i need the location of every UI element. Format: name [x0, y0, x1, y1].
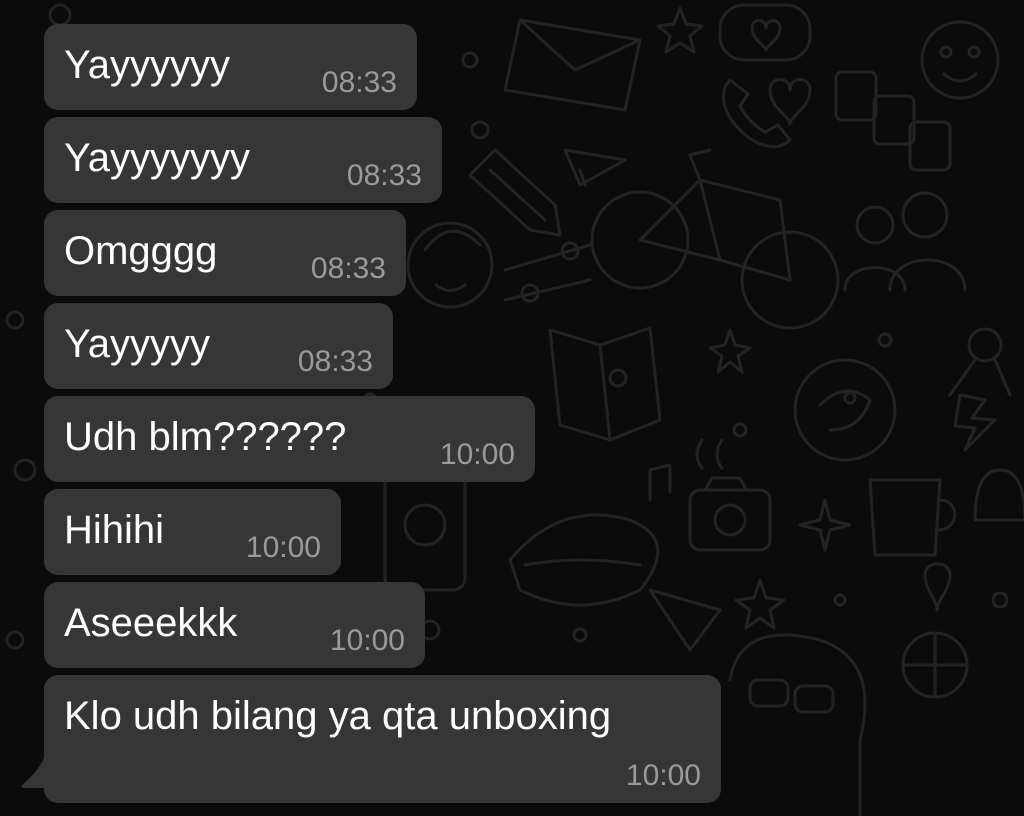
message-text: Yayyyyy: [64, 322, 210, 366]
message-text: Yayyyyyy: [64, 43, 230, 87]
sparkle-doodle-icon: [798, 498, 852, 552]
message-text: Yayyyyyyy: [64, 136, 250, 180]
ghost-doodle-icon: [728, 633, 867, 816]
message-time: 08:33: [297, 345, 373, 378]
smartphone-doodle-icon: [383, 468, 467, 592]
phone-doodle-icon: [721, 78, 792, 149]
message-bubble[interactable]: Hihihi 10:00: [44, 489, 341, 575]
message-text: Klo udh bilang ya qta unboxing: [64, 694, 612, 738]
message-bubble[interactable]: Yayyyyyyy 08:33: [44, 117, 442, 203]
face-doodle-icon: [406, 221, 494, 309]
message-text: Hihihi: [64, 508, 165, 552]
heart-bubble-doodle-icon: [718, 3, 812, 62]
camera-doodle-icon: [688, 476, 772, 552]
quote-doodle-icon: [695, 438, 724, 470]
message-bubble[interactable]: Yayyyyyy 08:33: [44, 24, 417, 110]
bird-doodle-icon: [793, 358, 897, 462]
smiley-doodle-icon: [920, 20, 1000, 100]
message-time: 08:33: [310, 252, 386, 285]
heart-doodle-icon: [768, 78, 812, 126]
message-bubble[interactable]: Omgggg 08:33: [44, 210, 406, 296]
chat-screen: Yayyyyyy 08:33 Yayyyyyyy 08:33 Omgggg 08…: [0, 0, 1024, 816]
bicycle-doodle-icon: [590, 148, 840, 330]
mug-doodle-icon: [868, 478, 957, 557]
message-text: Omgggg: [64, 229, 218, 273]
map-doodle-icon: [548, 326, 662, 442]
lightning-doodle-icon: [953, 393, 997, 452]
envelope-doodle-icon: [503, 18, 642, 112]
lips-doodle-icon: [508, 513, 660, 607]
message-text: Udh blm??????: [64, 415, 347, 459]
ice-cream-doodle-icon: [948, 327, 1012, 397]
basketball-doodle-icon: [901, 631, 969, 699]
message-time: 08:33: [321, 66, 397, 99]
message-bubble[interactable]: Udh blm?????? 10:00: [44, 396, 535, 482]
pin-doodle-icon: [923, 562, 952, 612]
message-bubble[interactable]: Yayyyyy 08:33: [44, 303, 393, 389]
bell-doodle-icon: [973, 468, 1024, 522]
message-time: 10:00: [625, 759, 701, 792]
paper-plane-doodle-icon: [563, 148, 627, 187]
message-time: 08:33: [346, 159, 422, 192]
message-time: 10:00: [439, 438, 515, 471]
music-note-doodle-icon: [648, 463, 672, 502]
people-doodle-icon: [843, 191, 967, 292]
star-doodle-icon: [656, 6, 704, 54]
message-time: 10:00: [329, 624, 405, 657]
message-bubble[interactable]: Aseeekkk 10:00: [44, 582, 425, 668]
star-3-doodle-icon: [734, 578, 786, 630]
message-bubble[interactable]: Klo udh bilang ya qta unboxing 10:00: [44, 675, 721, 803]
slider-doodle-icon: [503, 241, 592, 303]
pencil-doodle-icon: [468, 148, 562, 237]
message-text: Aseeekkk: [64, 601, 238, 645]
small-star-doodle-icon: [708, 328, 752, 374]
paper-plane-2-doodle-icon: [648, 588, 722, 652]
bubble-tail-icon: [21, 758, 58, 788]
message-time: 10:00: [245, 531, 321, 564]
